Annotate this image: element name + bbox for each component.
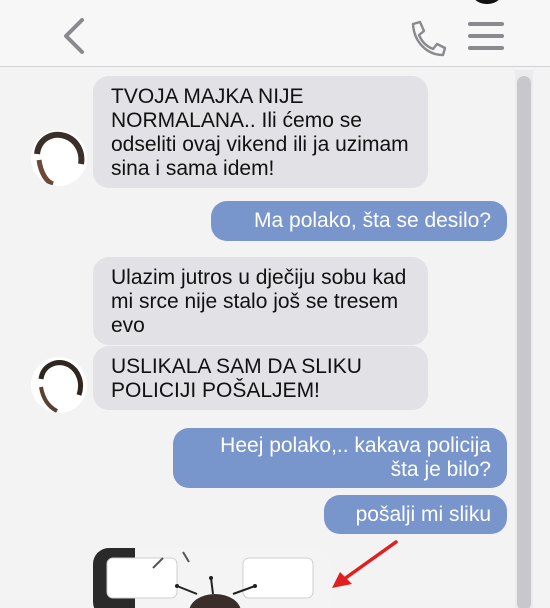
contact-avatar[interactable] xyxy=(31,130,87,186)
avatar-sketch-icon xyxy=(32,131,86,186)
call-button[interactable] xyxy=(405,18,449,58)
outgoing-message-bubble[interactable]: Ma polako, šta se desilo? xyxy=(211,201,507,241)
incoming-message-bubble[interactable]: Ulazim jutros u dječiju sobu kad mi srce… xyxy=(93,257,428,345)
outgoing-message-bubble[interactable]: pošalji mi sliku xyxy=(324,495,507,534)
outgoing-message-bubble[interactable]: Heej polako,.. kakava policija šta je bi… xyxy=(173,428,507,488)
annotation-arrow-icon xyxy=(332,540,398,588)
hamburger-menu-icon xyxy=(468,22,504,50)
incoming-message-bubble[interactable]: TVOJA MAJKA NIJE NORMALANA.. Ili ćemo se… xyxy=(93,76,428,188)
back-button[interactable] xyxy=(58,16,94,56)
photo-message[interactable] xyxy=(93,548,331,608)
chat-screen: TVOJA MAJKA NIJE NORMALANA.. Ili ćemo se… xyxy=(0,0,550,608)
avatar-sketch-icon xyxy=(32,358,86,413)
chevron-left-icon xyxy=(64,18,84,54)
status-dot xyxy=(470,0,504,4)
contact-avatar[interactable] xyxy=(31,357,87,413)
menu-button[interactable] xyxy=(466,20,506,52)
photo-thumbnail xyxy=(93,548,331,608)
chat-header xyxy=(0,0,550,67)
phone-icon xyxy=(411,20,447,57)
scrollbar[interactable] xyxy=(515,70,533,608)
incoming-message-bubble[interactable]: USLIKALA SAM DA SLIKU POLICIJI POŠALJEM! xyxy=(93,346,428,410)
scrollbar-thumb[interactable] xyxy=(517,76,531,608)
